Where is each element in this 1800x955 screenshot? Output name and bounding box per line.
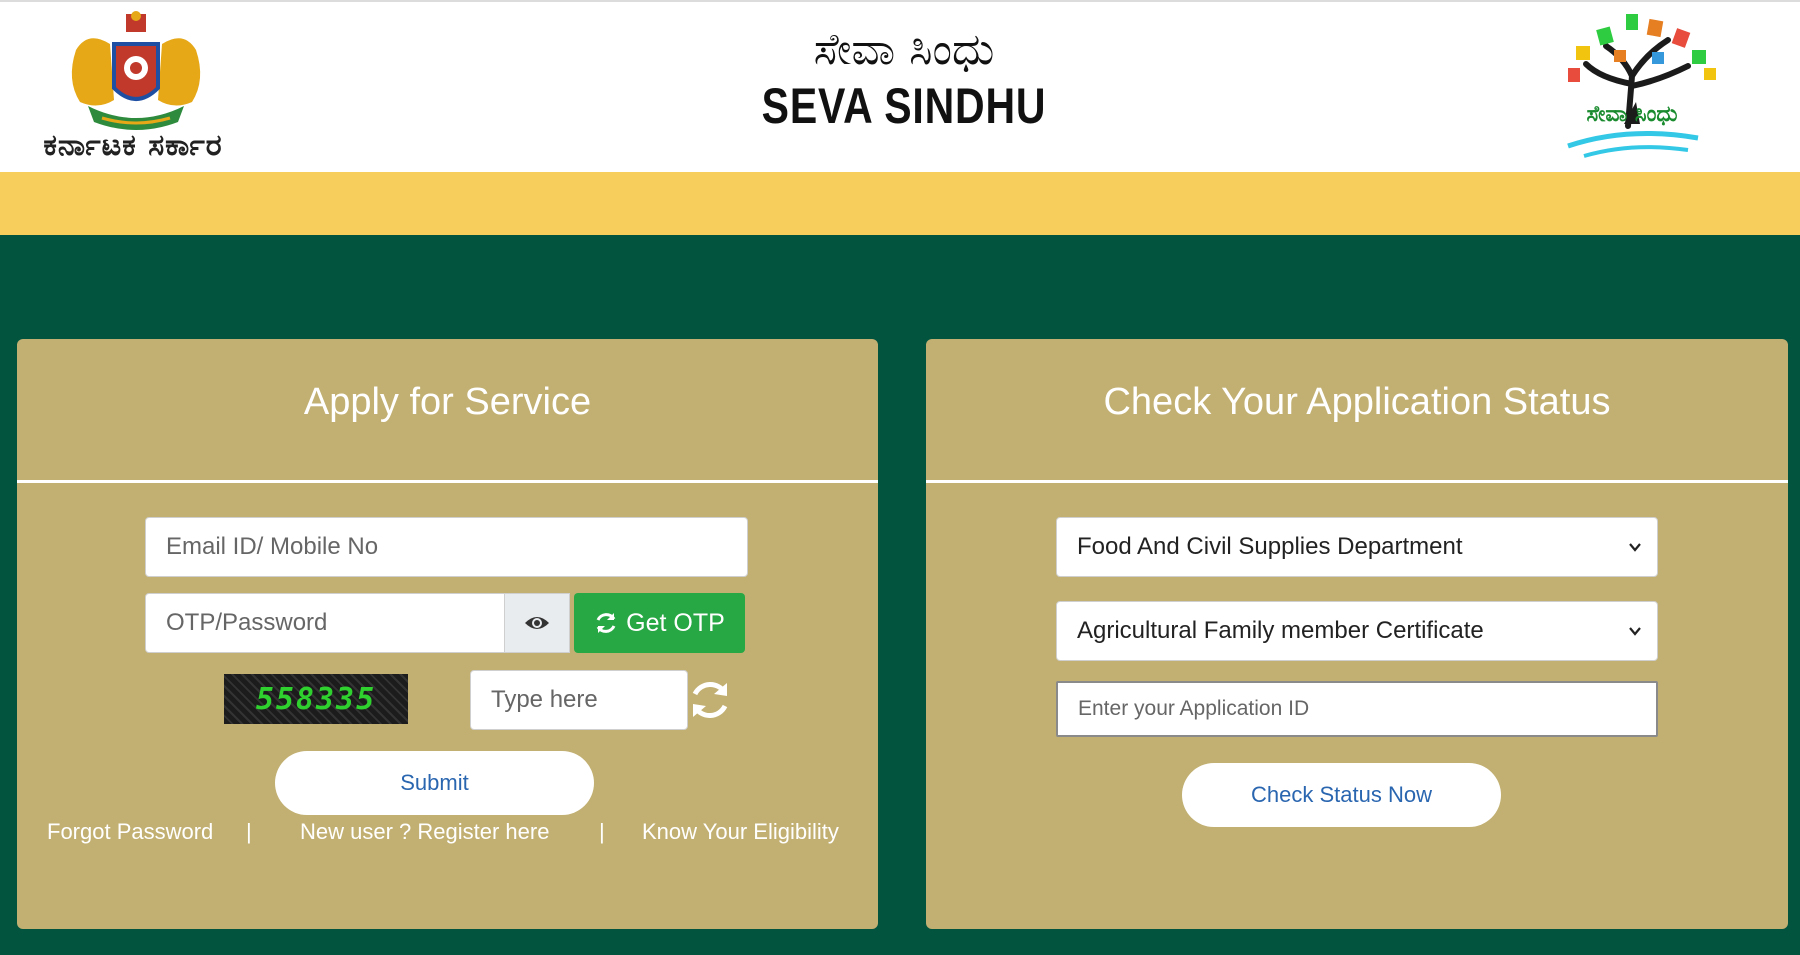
apply-panel-title: Apply for Service: [303, 381, 592, 423]
service-select[interactable]: Agricultural Family member Certificate: [1056, 601, 1658, 661]
emblem-caption: ಕರ್ನಾಟಕ ಸರ್ಕಾರ: [43, 128, 223, 163]
email-input[interactable]: [145, 517, 748, 577]
forgot-password-link[interactable]: Forgot Password: [47, 819, 213, 845]
chevron-down-icon: [1629, 543, 1641, 552]
service-selected-value: Agricultural Family member Certificate: [1077, 617, 1484, 644]
logo-caption: ಸೇವಾ ಸಿಂಧು: [1586, 102, 1678, 127]
password-input[interactable]: [145, 593, 505, 653]
check-status-button[interactable]: Check Status Now: [1182, 763, 1501, 827]
title-kannada: ಸೇವಾ ಸಿಂಧು: [813, 24, 995, 75]
apply-panel: Apply for Service Get OTP 558335 Submit …: [17, 339, 878, 929]
site-header: ಕರ್ನಾಟಕ ಸರ್ಕಾರ ಸೇವಾ ಸಿಂಧು SEVA SINDHU ಸೇ…: [0, 0, 1800, 172]
application-id-input[interactable]: [1056, 681, 1658, 737]
toggle-password-button[interactable]: [504, 593, 570, 653]
get-otp-button[interactable]: Get OTP: [574, 593, 745, 653]
captcha-input[interactable]: [470, 670, 688, 730]
eye-icon: [525, 617, 549, 629]
status-panel: Check Your Application Status Food And C…: [926, 339, 1788, 929]
captcha-text: 558335: [255, 681, 377, 717]
captcha-refresh-icon[interactable]: [687, 679, 733, 721]
divider: [926, 480, 1788, 483]
title-english: SEVA SINDHU: [761, 78, 1047, 134]
submit-button[interactable]: Submit: [275, 751, 594, 815]
register-link[interactable]: New user ? Register here: [300, 819, 549, 845]
seva-sindhu-tree-logo: [1567, 14, 1716, 158]
chevron-down-icon: [1629, 627, 1641, 636]
link-separator: |: [246, 819, 252, 844]
department-select[interactable]: Food And Civil Supplies Department: [1056, 517, 1658, 577]
site-title: ಸೇವಾ ಸಿಂಧು SEVA SINDHU: [700, 22, 1108, 134]
get-otp-label: Get OTP: [626, 608, 725, 637]
header-band: [0, 172, 1800, 235]
department-selected-value: Food And Civil Supplies Department: [1077, 533, 1463, 560]
status-panel-title: Check Your Application Status: [1103, 381, 1611, 423]
captcha-image: 558335: [224, 674, 408, 724]
divider: [17, 480, 878, 483]
link-separator: |: [599, 819, 605, 844]
refresh-icon: [596, 613, 616, 633]
eligibility-link[interactable]: Know Your Eligibility: [642, 819, 839, 845]
